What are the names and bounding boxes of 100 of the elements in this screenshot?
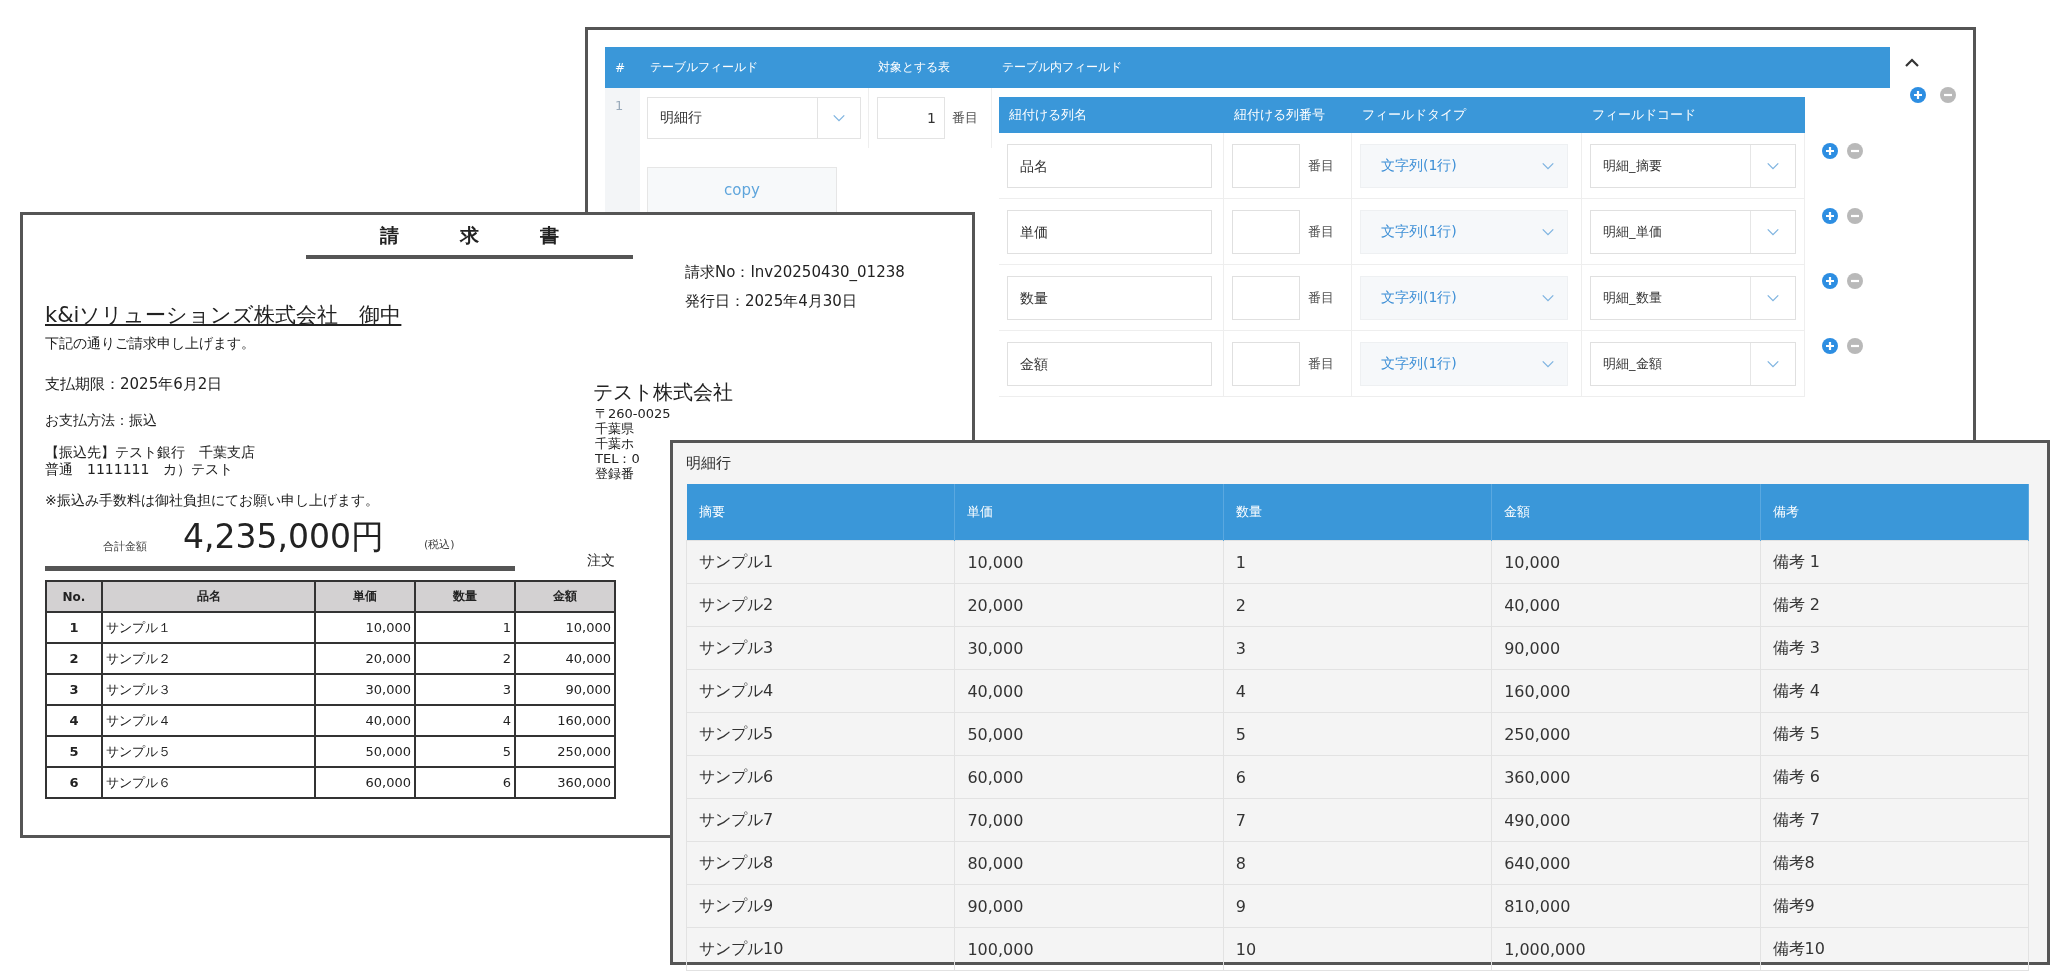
table-cell: 3 <box>1223 626 1492 670</box>
table-cell: 70,000 <box>954 798 1224 842</box>
column-header: 単価 <box>954 484 1224 541</box>
table-cell: サンプル9 <box>686 884 955 928</box>
remove-icon[interactable] <box>1847 143 1863 159</box>
table-cell: 3 <box>46 674 102 705</box>
column-header: テーブル内フィールド <box>1001 59 1123 76</box>
add-icon[interactable] <box>1822 338 1838 354</box>
column-header: # <box>614 60 627 75</box>
table-cell: 40,000 <box>1491 583 1761 627</box>
table-cell: サンプル１ <box>102 612 315 643</box>
table-cell: 備考 7 <box>1760 798 2029 842</box>
remove-icon[interactable] <box>1847 208 1863 224</box>
field-code-select[interactable]: 明細_単価 <box>1590 209 1796 254</box>
remove-icon[interactable] <box>1940 87 1956 103</box>
table-cell: 30,000 <box>954 626 1224 670</box>
column-header: 備考 <box>1760 484 2029 541</box>
table-cell: 30,000 <box>315 674 415 705</box>
table-number-field[interactable]: 1 <box>877 97 945 139</box>
table-cell: 備考 1 <box>1760 540 2029 584</box>
sender-address: 千葉県 <box>595 421 634 436</box>
column-header: テーブルフィールド <box>649 59 759 76</box>
table-cell: 810,000 <box>1491 884 1761 928</box>
due-date: 支払期限：2025年6月2日 <box>45 375 224 394</box>
column-name-field[interactable]: 単価 <box>1007 209 1212 254</box>
table-cell: 160,000 <box>1491 669 1761 713</box>
add-icon[interactable] <box>1822 273 1838 289</box>
column-header: フィールドコード <box>1591 106 1697 124</box>
remove-icon[interactable] <box>1847 338 1863 354</box>
table-cell: 160,000 <box>515 705 615 736</box>
table-cell: 10,000 <box>515 612 615 643</box>
column-header: No. <box>46 581 102 612</box>
table-cell: サンプル２ <box>102 643 315 674</box>
table-cell: 2 <box>46 643 102 674</box>
number-suffix: 番目 <box>1308 288 1334 307</box>
table-cell: 5 <box>1223 712 1492 756</box>
sender-address: 〒260-0025 <box>595 406 671 421</box>
order-label: 注文 <box>586 552 615 570</box>
table-cell: 10 <box>1223 927 1492 971</box>
table-cell: サンプル５ <box>102 736 315 767</box>
total-amount: 4,235,000円 <box>183 516 384 558</box>
table-cell: 5 <box>415 736 515 767</box>
add-icon[interactable] <box>1910 87 1926 103</box>
table-cell: 備考8 <box>1760 841 2029 885</box>
table-cell: 40,000 <box>315 705 415 736</box>
table-cell: 40,000 <box>954 669 1224 713</box>
table-cell: 10,000 <box>954 540 1224 584</box>
remove-icon[interactable] <box>1847 273 1863 289</box>
invoice-title: 請求書 <box>306 223 633 259</box>
table-cell: 1 <box>46 612 102 643</box>
table-cell: 備考 3 <box>1760 626 2029 670</box>
table-cell: サンプル３ <box>102 674 315 705</box>
table-cell: 1,000,000 <box>1491 927 1761 971</box>
table-cell: サンプル1 <box>686 540 955 584</box>
table-cell: 90,000 <box>1491 626 1761 670</box>
add-icon[interactable] <box>1822 208 1838 224</box>
table-cell: 1 <box>1223 540 1492 584</box>
table-cell: サンプル４ <box>102 705 315 736</box>
table-cell: 備考10 <box>1760 927 2029 971</box>
field-code-select[interactable]: 明細_数量 <box>1590 275 1796 320</box>
sender-address: TEL：0 <box>595 451 640 466</box>
number-suffix: 番目 <box>1308 156 1334 175</box>
bank-info: 普通 1111111 カ）テスト <box>45 461 235 478</box>
table-cell: 6 <box>415 767 515 798</box>
sender-name: テスト株式会社 <box>593 379 734 406</box>
table-cell: 6 <box>46 767 102 798</box>
field-code-select[interactable]: 明細_金額 <box>1590 341 1796 386</box>
sender-address: 登録番 <box>595 466 634 481</box>
field-code-select[interactable]: 明細_摘要 <box>1590 143 1796 188</box>
column-number-field[interactable] <box>1232 341 1300 386</box>
table-cell: サンプル8 <box>686 841 955 885</box>
column-number-field[interactable] <box>1232 143 1300 188</box>
number-suffix: 番目 <box>1308 222 1334 241</box>
table-cell: サンプル６ <box>102 767 315 798</box>
column-header: 金額 <box>1491 484 1761 541</box>
sender-address: 千葉ホ <box>595 436 634 451</box>
table-cell: 60,000 <box>954 755 1224 799</box>
table-cell: 備考 4 <box>1760 669 2029 713</box>
column-name-field[interactable]: 数量 <box>1007 275 1212 320</box>
column-name-field[interactable]: 金額 <box>1007 341 1212 386</box>
column-header: 数量 <box>415 581 515 612</box>
table-cell: 4 <box>415 705 515 736</box>
table-cell: 備考 6 <box>1760 755 2029 799</box>
column-number-field[interactable] <box>1232 209 1300 254</box>
table-cell: 2 <box>415 643 515 674</box>
payment-method: お支払方法：振込 <box>45 412 158 430</box>
table-cell: 90,000 <box>954 884 1224 928</box>
add-icon[interactable] <box>1822 143 1838 159</box>
table-cell: 40,000 <box>515 643 615 674</box>
table-cell: 50,000 <box>954 712 1224 756</box>
column-number-field[interactable] <box>1232 275 1300 320</box>
column-header: 品名 <box>102 581 315 612</box>
table-select[interactable]: 明細行 <box>647 97 861 139</box>
table-cell: サンプル7 <box>686 798 955 842</box>
table-cell: 7 <box>1223 798 1492 842</box>
table-cell: 2 <box>1223 583 1492 627</box>
column-header: フィールドタイプ <box>1361 106 1468 124</box>
table-cell: サンプル2 <box>686 583 955 627</box>
column-name-field[interactable]: 品名 <box>1007 143 1212 188</box>
table-cell: サンプル5 <box>686 712 955 756</box>
